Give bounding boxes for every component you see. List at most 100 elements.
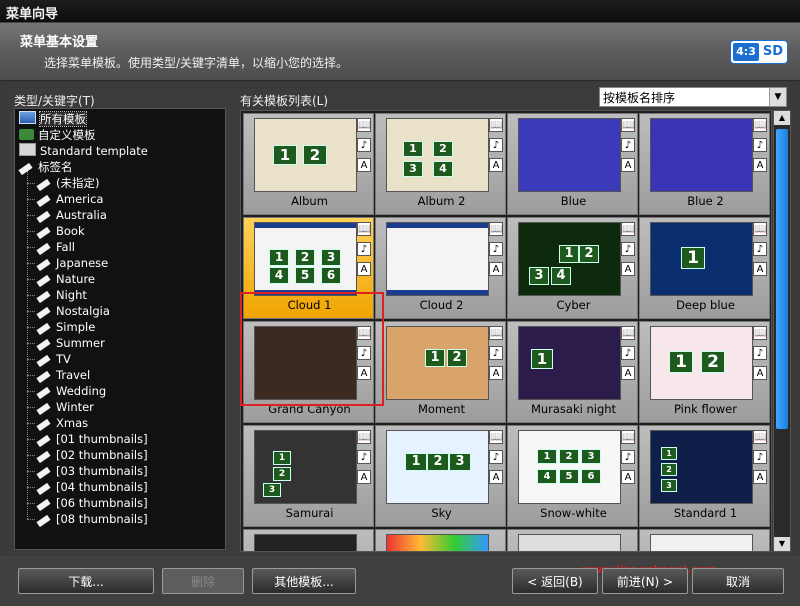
tree-tag-item[interactable]: TV [37,351,71,367]
tree-tag-item[interactable]: Fall [37,239,75,255]
tree-tag-item[interactable]: America [37,191,103,207]
tree-tag-item[interactable]: [08 thumbnails] [37,511,148,527]
template-name: Sky [431,506,452,520]
tree-tag-item[interactable]: Summer [37,335,105,351]
template-tile-partial[interactable] [243,529,374,551]
template-tile[interactable]: 📖 ♪ A Cloud 2 [375,217,506,319]
chevron-down-icon[interactable]: ▼ [769,88,786,106]
template-tile-partial[interactable] [507,529,638,551]
tag-icon [37,176,52,187]
template-tile[interactable]: 1 2 📖 ♪ A Moment [375,321,506,423]
tree-tag-item[interactable]: Wedding [37,383,106,399]
other-templates-button[interactable]: 其他模板... [252,568,356,594]
template-thumbnail [386,534,489,551]
tree-connector [27,503,35,504]
tree-tag-label: Xmas [56,416,89,430]
next-button[interactable]: 前进(N) > [602,568,688,594]
scroll-up-icon[interactable]: ▲ [774,111,790,125]
tree-item[interactable]: Standard template [19,143,148,159]
main-panel: 类型/关键字(T) 所有模板 自定义模板 Standard template 标签名 (… [4,82,796,554]
tree-tag-label: Simple [56,320,96,334]
thumbnail-number: 1 [661,447,677,460]
tree-tag-item[interactable]: [06 thumbnails] [37,495,148,511]
tree-tag-label: Fall [56,240,75,254]
tree-connector [27,359,35,360]
template-tile-partial[interactable] [375,529,506,551]
template-tile[interactable]: 1 2 📖 ♪ A Album [243,113,374,215]
template-name: Cloud 2 [419,298,464,312]
template-tile[interactable]: 1 2 3 4 📖 ♪ A Album 2 [375,113,506,215]
music-note-icon: ♪ [621,450,635,464]
tree-tag-item[interactable]: Nature [37,271,95,287]
thumbnail-number: 2 [295,249,315,266]
tree-connector [27,471,35,472]
tag-icon [37,384,52,395]
template-name: Pink flower [674,402,737,416]
tree-tag-item[interactable]: Simple [37,319,95,335]
tree-tag-label: Australia [56,208,107,222]
template-tile[interactable]: 1 2 3 4 📖 ♪ A Cyber [507,217,638,319]
template-name: Standard 1 [673,506,738,520]
template-tile[interactable]: 1 📖 ♪ A Murasaki night [507,321,638,423]
template-tile[interactable]: 1 2 📖 ♪ A Pink flower [639,321,770,423]
tree-tag-item[interactable]: Japanese [37,255,108,271]
tag-icon [37,368,52,379]
vertical-scrollbar[interactable]: ▲ ▼ [773,110,791,552]
tree-tag-item[interactable]: Winter [37,399,94,415]
scrollbar-thumb[interactable] [776,129,788,429]
tree-item[interactable]: 所有模板 [19,111,87,127]
tree-tag-label: [01 thumbnails] [56,432,148,446]
tree-item-label: 自定义模板 [38,128,96,142]
tree-tag-label: America [56,192,104,206]
tree-tag-item[interactable]: Book [37,223,85,239]
tree-tag-item[interactable]: [01 thumbnails] [37,431,148,447]
tree-item[interactable]: 自定义模板 [19,127,96,143]
book-icon: 📖 [357,222,371,236]
download-button[interactable]: 下载... [18,568,154,594]
selection-highlight [240,292,384,406]
thumbnail-band [387,223,488,228]
tree-connector [27,231,35,232]
back-button[interactable]: < 返回(B) [512,568,598,594]
template-tile[interactable]: 1 2 3 📖 ♪ A Sky [375,425,506,527]
tree-tag-item[interactable]: [02 thumbnails] [37,447,148,463]
category-tree[interactable]: 所有模板 自定义模板 Standard template 标签名 (未指定) Americ… [14,108,226,550]
book-icon: 📖 [357,118,371,132]
music-note-icon: ♪ [753,450,767,464]
tag-icon [37,512,52,523]
text-a-icon: A [621,262,635,276]
template-tile[interactable]: 1 2 3 📖 ♪ A Standard 1 [639,425,770,527]
tree-tag-item[interactable]: Nostalgia [37,303,110,319]
scroll-down-icon[interactable]: ▼ [774,537,790,551]
text-a-icon: A [621,158,635,172]
window-title: 菜单向导 [6,7,59,22]
template-tile[interactable]: 1 2 3 4 5 6 📖 ♪ A Snow-white [507,425,638,527]
tree-tag-item[interactable]: Xmas [37,415,88,431]
tree-connector [27,199,35,200]
book-icon: 📖 [753,118,767,132]
tag-icon [37,432,52,443]
music-note-icon: ♪ [489,138,503,152]
tree-tag-item[interactable]: (未指定) [37,175,99,191]
template-tile[interactable]: 1 2 3 📖 ♪ A Samurai [243,425,374,527]
tree-tag-item[interactable]: Australia [37,207,107,223]
tree-label: 类型/关键字(T) [14,94,95,108]
music-note-icon: ♪ [357,138,371,152]
tree-tag-item[interactable]: [03 thumbnails] [37,463,148,479]
cancel-button[interactable]: 取消 [692,568,784,594]
tree-tag-item[interactable]: Night [37,287,87,303]
tree-tag-item[interactable]: [04 thumbnails] [37,479,148,495]
delete-button[interactable]: 删除 [162,568,244,594]
template-tile-partial[interactable] [639,529,770,551]
tree-tag-item[interactable]: Travel [37,367,90,383]
template-thumbnail: 1234 [386,118,489,192]
template-tile[interactable]: 1 📖 ♪ A Deep blue [639,217,770,319]
tree-item-label: 所有模板 [39,111,87,127]
tag-icon [37,304,52,315]
template-name: Album 2 [417,194,466,208]
template-tile[interactable]: 📖 ♪ A Blue 2 [639,113,770,215]
aspect-ratio-label: 4:3 [733,43,759,61]
thumbnail-number: 2 [661,463,677,476]
template-tile[interactable]: 📖 ♪ A Blue [507,113,638,215]
sort-select[interactable]: 按模板名排序 ▼ [599,87,787,107]
